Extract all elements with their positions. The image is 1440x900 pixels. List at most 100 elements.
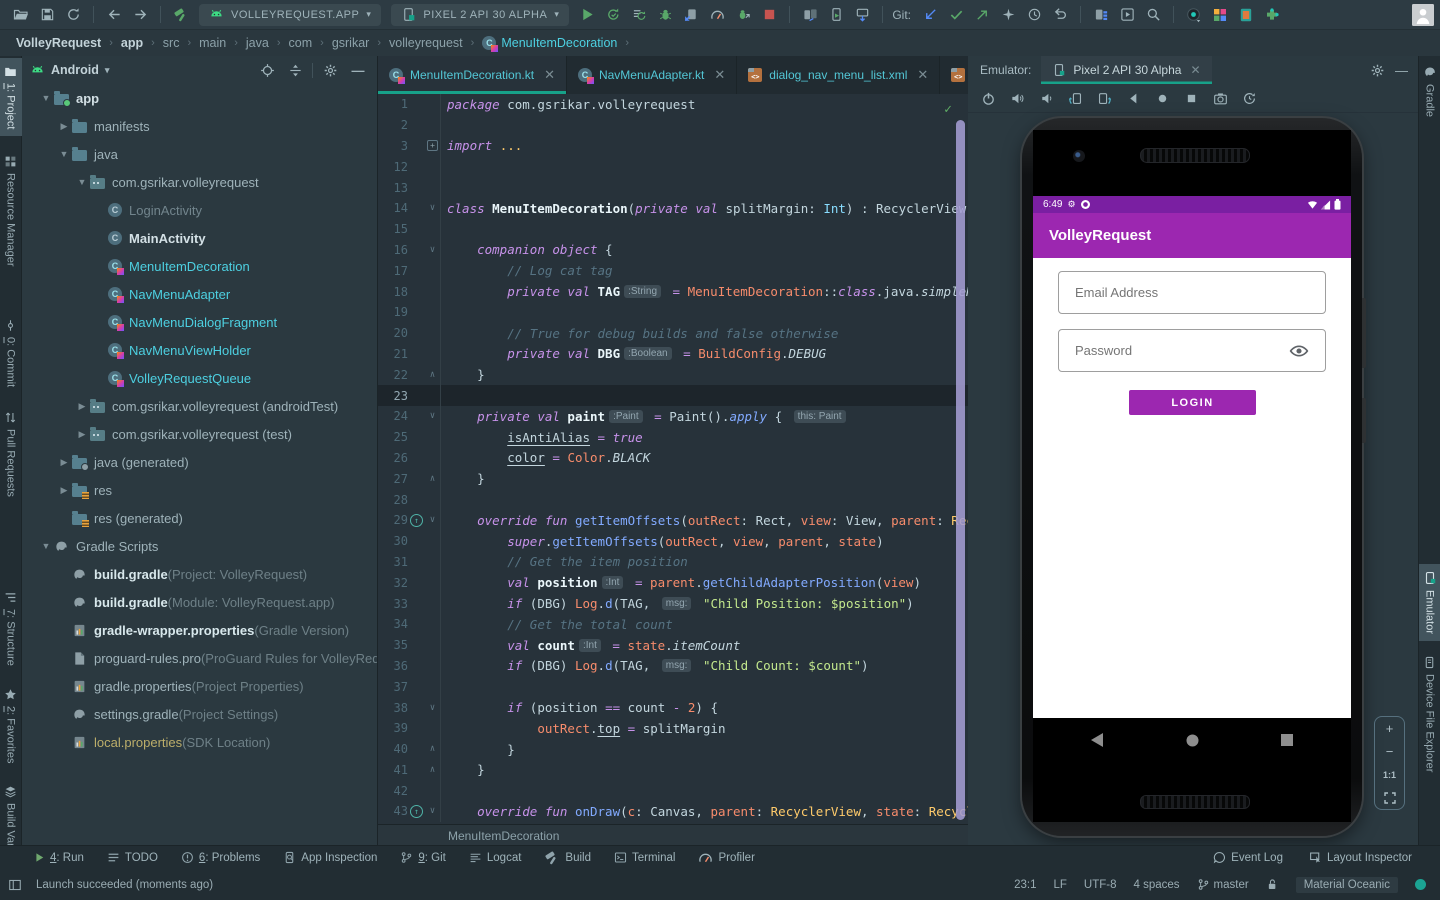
code-line-29[interactable]: 29↑∨ override fun getItemOffsets(outRect… xyxy=(378,510,968,531)
override-method-icon[interactable]: ↑ xyxy=(410,514,423,527)
tree-item-manifests[interactable]: ▶manifests xyxy=(22,112,377,140)
git-rollback-button[interactable] xyxy=(1047,3,1073,27)
tree-item-navmenuviewholder[interactable]: CNavMenuViewHolder xyxy=(22,336,377,364)
write-access-lock[interactable] xyxy=(1266,878,1279,891)
search-button[interactable] xyxy=(1140,3,1166,27)
code-line-24[interactable]: 24∨ private val paint:Paint = Paint().ap… xyxy=(378,406,968,427)
tool-window-button-todo[interactable]: TODO xyxy=(107,851,158,864)
git-push-button[interactable] xyxy=(969,3,995,27)
profiler-sessions-button[interactable] xyxy=(1181,3,1207,27)
caret-position[interactable]: 23:1 xyxy=(1014,879,1036,891)
profile-debug-button[interactable] xyxy=(730,3,756,27)
profiler-button[interactable] xyxy=(704,3,730,27)
emulator-camera-button[interactable] xyxy=(1208,87,1232,109)
back-button[interactable] xyxy=(101,3,127,27)
code-line-25[interactable]: 25 isAntiAlias = true xyxy=(378,427,968,448)
tree-chevron-icon[interactable]: ▶ xyxy=(56,457,72,468)
zoom-actual-button[interactable]: 1:1 xyxy=(1383,769,1396,782)
tree-item-settings-gradle[interactable]: settings.gradle (Project Settings) xyxy=(22,700,377,728)
emulator-nav-square-button[interactable] xyxy=(1179,87,1203,109)
code-line-40[interactable]: 40∧ } xyxy=(378,739,968,760)
tool-window-button-event-log[interactable]: Event Log xyxy=(1213,851,1283,864)
code-line-43[interactable]: 43↑∨ override fun onDraw(c: Canvas, pare… xyxy=(378,801,968,822)
inspection-status-icon[interactable]: ✓ xyxy=(944,102,952,117)
tree-item-res[interactable]: ▶res xyxy=(22,476,377,504)
code-line-17[interactable]: 17 // Log cat tag xyxy=(378,260,968,281)
breadcrumb-item[interactable]: src xyxy=(163,36,180,50)
code-line-38[interactable]: 38∨ if (position == count - 2) { xyxy=(378,697,968,718)
fold-open-icon[interactable]: ∨ xyxy=(425,203,440,213)
emulator-snapshot-button[interactable] xyxy=(1237,87,1261,109)
locate-file-button[interactable] xyxy=(256,60,278,80)
tree-item-navmenudialogfragment[interactable]: CNavMenuDialogFragment xyxy=(22,308,377,336)
close-icon[interactable]: ✕ xyxy=(1190,63,1200,77)
login-button[interactable]: LOGIN xyxy=(1129,390,1256,415)
hide-panel-button[interactable]: — xyxy=(1395,63,1408,78)
tool-window-button-app-inspection[interactable]: App Inspection xyxy=(283,851,377,864)
code-line-15[interactable]: 15 xyxy=(378,219,968,240)
git-cherry-button[interactable] xyxy=(995,3,1021,27)
fold-close-icon[interactable]: ∧ xyxy=(425,744,440,754)
emulator-device-tab[interactable]: Pixel 2 API 30 Alpha ✕ xyxy=(1041,56,1211,84)
password-field[interactable]: Password xyxy=(1058,329,1326,372)
tool-window-button-terminal[interactable]: Terminal xyxy=(614,851,675,864)
code-line-13[interactable]: 13 xyxy=(378,177,968,198)
code-editor[interactable]: 1package com.gsrikar.volleyrequest23+imp… xyxy=(378,94,968,824)
project-view-selector[interactable]: Android xyxy=(51,63,99,77)
emulator-rotate-left-button[interactable] xyxy=(1063,87,1087,109)
user-avatar-icon[interactable] xyxy=(1412,4,1434,26)
run-configuration-select[interactable]: VOLLEYREQUEST.APP▾ xyxy=(199,4,381,26)
breadcrumb-item[interactable]: volleyrequest xyxy=(389,36,463,50)
code-line-19[interactable]: 19 xyxy=(378,302,968,323)
tree-chevron-icon[interactable]: ▼ xyxy=(38,541,54,551)
code-line-26[interactable]: 26 color = Color.BLACK xyxy=(378,448,968,469)
nav-overview-icon[interactable] xyxy=(1281,734,1293,746)
tree-chevron-icon[interactable]: ▶ xyxy=(74,429,90,440)
code-line-33[interactable]: 33 if (DBG) Log.d(TAG, msg: "Child Posit… xyxy=(378,593,968,614)
code-line-31[interactable]: 31 // Get the item position xyxy=(378,552,968,573)
tree-item-com-gsrikar-volleyrequest-androidtest-[interactable]: ▶com.gsrikar.volleyrequest (androidTest) xyxy=(22,392,377,420)
line-separator[interactable]: LF xyxy=(1054,879,1067,891)
zoom-out-button[interactable]: − xyxy=(1386,745,1394,758)
file-encoding[interactable]: UTF-8 xyxy=(1084,879,1117,891)
editor-scrollbar[interactable] xyxy=(956,120,965,820)
editor-breadcrumb[interactable]: MenuItemDecoration xyxy=(378,824,968,845)
code-line-14[interactable]: 14∨class MenuItemDecoration(private val … xyxy=(378,198,968,219)
tree-item-app[interactable]: ▼app xyxy=(22,84,377,112)
code-line-20[interactable]: 20 // True for debug builds and false ot… xyxy=(378,323,968,344)
tree-item-java-generated-[interactable]: ▶java (generated) xyxy=(22,448,377,476)
hammer-button[interactable] xyxy=(168,3,194,27)
emulator-nav-back-button[interactable] xyxy=(1121,87,1145,109)
device-pair-button[interactable] xyxy=(797,3,823,27)
tool-window-button-logcat[interactable]: Logcat xyxy=(469,851,522,864)
tree-item-build-gradle[interactable]: build.gradle (Project: VolleyRequest) xyxy=(22,560,377,588)
emulator-rotate-right-button[interactable] xyxy=(1092,87,1116,109)
tool-window-button-gradle[interactable]: Gradle xyxy=(1419,58,1440,124)
tree-chevron-icon[interactable]: ▼ xyxy=(38,93,54,103)
collapse-all-button[interactable] xyxy=(284,60,306,80)
email-field[interactable]: Email Address xyxy=(1058,271,1326,314)
project-structure-button[interactable] xyxy=(1088,3,1114,27)
fold-close-icon[interactable]: ∧ xyxy=(425,765,440,775)
code-line-12[interactable]: 12 xyxy=(378,156,968,177)
target-device-select[interactable]: PIXEL 2 API 30 ALPHA▾ xyxy=(391,4,569,26)
code-line-35[interactable]: 35 val count:Int = state.itemCount xyxy=(378,635,968,656)
code-line-16[interactable]: 16∨ companion object { xyxy=(378,240,968,261)
emulator-tool-button[interactable] xyxy=(1233,3,1259,27)
tree-item-gradle-wrapper-properties[interactable]: gradle-wrapper.properties (Gradle Versio… xyxy=(22,616,377,644)
breadcrumb-item[interactable]: java xyxy=(246,36,269,50)
code-line-36[interactable]: 36 if (DBG) Log.d(TAG, msg: "Child Count… xyxy=(378,656,968,677)
code-line-22[interactable]: 22∧ } xyxy=(378,364,968,385)
code-line-27[interactable]: 27∧ } xyxy=(378,468,968,489)
tree-chevron-icon[interactable]: ▼ xyxy=(74,177,90,187)
code-line-34[interactable]: 34 // Get the total count xyxy=(378,614,968,635)
chevron-down-icon[interactable]: ▾ xyxy=(105,65,110,76)
code-line-32[interactable]: 32 val position:Int = parent.getChildAda… xyxy=(378,572,968,593)
tree-item-gradle-scripts[interactable]: ▼Gradle Scripts xyxy=(22,532,377,560)
attach-debugger-button[interactable] xyxy=(678,3,704,27)
device-manager-button[interactable] xyxy=(823,3,849,27)
gear-icon[interactable] xyxy=(1370,63,1385,78)
theme-name[interactable]: Material Oceanic xyxy=(1296,877,1398,893)
tree-chevron-icon[interactable]: ▼ xyxy=(56,149,72,159)
gear-icon[interactable] xyxy=(319,60,341,80)
